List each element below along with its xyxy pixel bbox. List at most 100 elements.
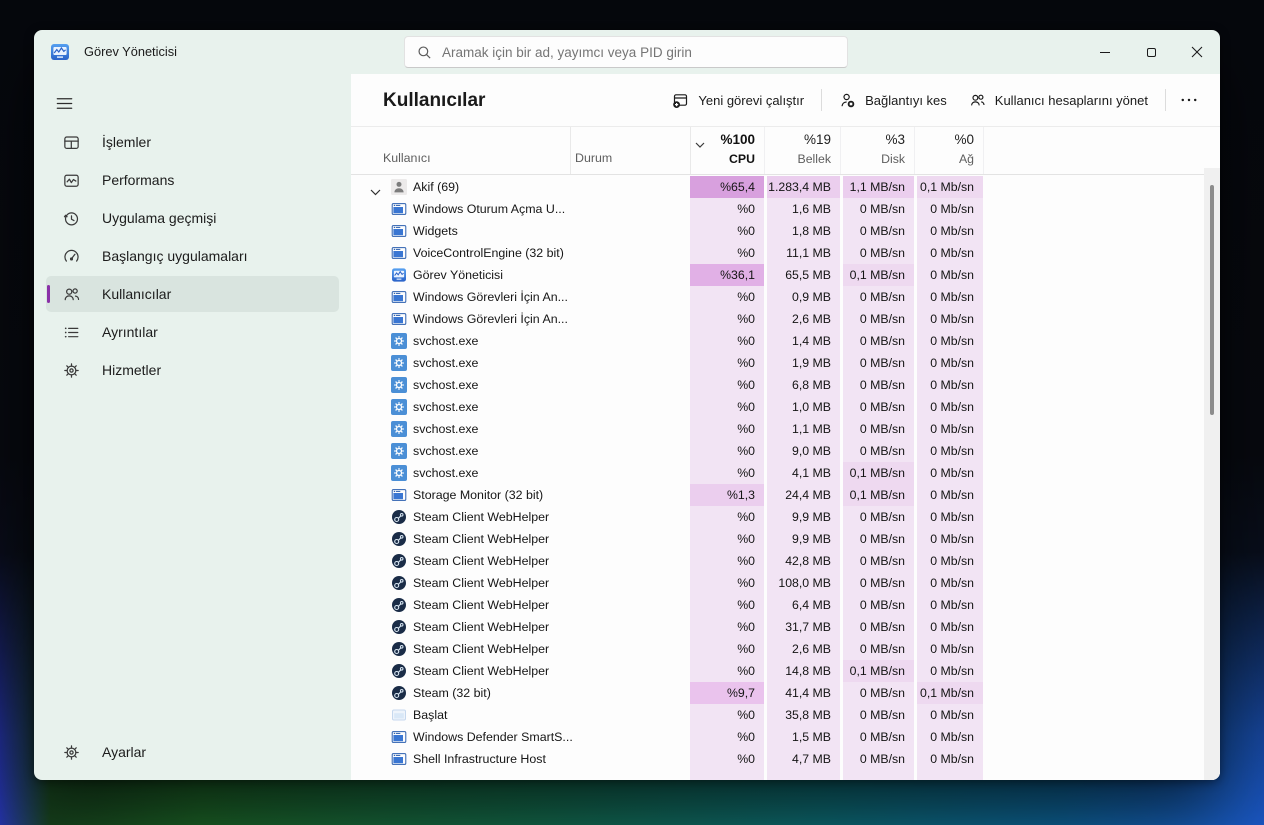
disk-cell: 0 MB/sn (843, 396, 914, 418)
maximize-button[interactable] (1128, 30, 1174, 74)
cpu-cell: %0 (690, 550, 764, 572)
table-row[interactable]: Steam Client WebHelper %0 14,8 MB 0,1 MB… (351, 660, 1220, 682)
toolbar-button-disconnect[interactable]: Bağlantıyı kes (828, 84, 958, 116)
table-row[interactable]: Shell Infrastructure Host %0 4,7 MB 0 MB… (351, 748, 1220, 770)
more-options-icon (1181, 98, 1197, 102)
table-row[interactable]: svchost.exe %0 6,8 MB 0 MB/sn 0 Mb/sn (351, 374, 1220, 396)
network-cell: 0 Mb/sn (917, 660, 983, 682)
memory-cell: 1,8 MB (767, 220, 840, 242)
task-manager-window: Görev Yöneticisi İşlemler Performans (34, 30, 1220, 780)
table-header: Kullanıcı Durum %100 CPU %19 Bellek %3 D… (351, 127, 1204, 175)
steam-icon (391, 663, 407, 679)
table-row[interactable]: svchost.exe %0 4,1 MB 0,1 MB/sn 0 Mb/sn (351, 462, 1220, 484)
table-row[interactable]: Steam Client WebHelper %0 9,9 MB 0 MB/sn… (351, 528, 1220, 550)
table-row[interactable]: Steam (32 bit) %9,7 41,4 MB 0 MB/sn 0,1 … (351, 682, 1220, 704)
cpu-cell: %0 (690, 748, 764, 770)
network-cell: 0 Mb/sn (917, 528, 983, 550)
cpu-cell: %0 (690, 462, 764, 484)
sidebar-nav: İşlemler Performans Uygulama geçmişi Baş… (34, 122, 351, 390)
column-header-cpu[interactable]: %100 CPU (690, 127, 764, 174)
sidebar-item-uygulama-gecmisi[interactable]: Uygulama geçmişi (46, 200, 339, 236)
table-row[interactable]: svchost.exe %0 1,9 MB 0 MB/sn 0 Mb/sn (351, 352, 1220, 374)
vertical-scrollbar[interactable] (1204, 168, 1220, 780)
windows-app-icon (391, 729, 407, 745)
column-header-network[interactable]: %0 Ağ (917, 127, 983, 174)
toolbar-button-manage-accounts[interactable]: Kullanıcı hesaplarını yönet (958, 84, 1159, 116)
cpu-cell: %0 (690, 418, 764, 440)
cpu-cell: %0 (690, 726, 764, 748)
process-name: Steam Client WebHelper (413, 642, 550, 656)
table-row[interactable]: Steam Client WebHelper %0 31,7 MB 0 MB/s… (351, 616, 1220, 638)
process-name: Windows Oturum Açma U... (413, 202, 566, 216)
disk-cell: 0 MB/sn (843, 198, 914, 220)
process-name: Görev Yöneticisi (413, 268, 503, 282)
toolbar-button-new-task[interactable]: Yeni görevi çalıştır (661, 84, 815, 116)
column-header-memory[interactable]: %19 Bellek (767, 127, 840, 174)
table-row[interactable] (351, 770, 1220, 780)
network-cell: 0 Mb/sn (917, 726, 983, 748)
memory-cell: 9,9 MB (767, 506, 840, 528)
column-separator (764, 127, 765, 174)
disk-cell: 0,1 MB/sn (843, 484, 914, 506)
hamburger-menu-button[interactable] (44, 86, 84, 120)
table-row[interactable]: Steam Client WebHelper %0 42,8 MB 0 MB/s… (351, 550, 1220, 572)
table-row[interactable]: Widgets %0 1,8 MB 0 MB/sn 0 Mb/sn (351, 220, 1220, 242)
memory-cell: 11,1 MB (767, 242, 840, 264)
performance-icon (62, 170, 82, 190)
task-manager-logo-icon (50, 42, 70, 62)
column-header-disk[interactable]: %3 Disk (843, 127, 914, 174)
memory-cell: 0,9 MB (767, 286, 840, 308)
network-cell: 0 Mb/sn (917, 418, 983, 440)
table-row[interactable]: Başlat %0 35,8 MB 0 MB/sn 0 Mb/sn (351, 704, 1220, 726)
table-row[interactable]: Steam Client WebHelper %0 2,6 MB 0 MB/sn… (351, 638, 1220, 660)
table-row[interactable]: svchost.exe %0 1,0 MB 0 MB/sn 0 Mb/sn (351, 396, 1220, 418)
process-name: Steam Client WebHelper (413, 620, 550, 634)
window-controls (1082, 30, 1220, 74)
table-row[interactable]: Görev Yöneticisi %36,1 65,5 MB 0,1 MB/sn… (351, 264, 1220, 286)
table-row[interactable]: Windows Görevleri İçin An... %0 2,6 MB 0… (351, 308, 1220, 330)
sidebar-item-baslangic-uygulamalari[interactable]: Başlangıç uygulamaları (46, 238, 339, 274)
table-row[interactable]: VoiceControlEngine (32 bit) %0 11,1 MB 0… (351, 242, 1220, 264)
cpu-cell: %0 (690, 594, 764, 616)
table-row[interactable]: Steam Client WebHelper %0 6,4 MB 0 MB/sn… (351, 594, 1220, 616)
network-cell: 0 Mb/sn (917, 484, 983, 506)
steam-icon (391, 641, 407, 657)
memory-cell: 41,4 MB (767, 682, 840, 704)
column-header-status[interactable]: Durum (575, 151, 612, 165)
search-box[interactable] (404, 36, 848, 68)
more-options-button[interactable] (1172, 84, 1206, 116)
memory-cell: 1,5 MB (767, 726, 840, 748)
table-row[interactable]: Steam Client WebHelper %0 9,9 MB 0 MB/sn… (351, 506, 1220, 528)
network-cell: 0 Mb/sn (917, 286, 983, 308)
cpu-cell: %0 (690, 704, 764, 726)
sidebar-item-hizmetler[interactable]: Hizmetler (46, 352, 339, 388)
process-name: Steam Client WebHelper (413, 598, 550, 612)
sidebar-item-islemler[interactable]: İşlemler (46, 124, 339, 160)
table-row[interactable]: Steam Client WebHelper %0 108,0 MB 0 MB/… (351, 572, 1220, 594)
network-cell: 0 Mb/sn (917, 374, 983, 396)
sidebar-item-ayarlar[interactable]: Ayarlar (46, 734, 339, 770)
sidebar-item-kullanicilar[interactable]: Kullanıcılar (46, 276, 339, 312)
table-row[interactable]: Windows Defender SmartS... %0 1,5 MB 0 M… (351, 726, 1220, 748)
table-row[interactable]: svchost.exe %0 9,0 MB 0 MB/sn 0 Mb/sn (351, 440, 1220, 462)
column-header-user[interactable]: Kullanıcı (383, 151, 431, 165)
table-row[interactable]: Windows Görevleri İçin An... %0 0,9 MB 0… (351, 286, 1220, 308)
cpu-cell: %0 (690, 330, 764, 352)
search-input[interactable] (442, 44, 835, 60)
close-button[interactable] (1174, 30, 1220, 74)
network-cell: 0 Mb/sn (917, 330, 983, 352)
sidebar-item-ayrintilar[interactable]: Ayrıntılar (46, 314, 339, 350)
disk-cell: 0 MB/sn (843, 726, 914, 748)
table-row[interactable]: Storage Monitor (32 bit) %1,3 24,4 MB 0,… (351, 484, 1220, 506)
minimize-button[interactable] (1082, 30, 1128, 74)
table-row[interactable]: Akif (69) %65,4 1.283,4 MB 1,1 MB/sn 0,1… (351, 176, 1220, 198)
steam-icon (391, 685, 407, 701)
sidebar-item-performans[interactable]: Performans (46, 162, 339, 198)
process-name: svchost.exe (413, 356, 479, 370)
table-row[interactable]: svchost.exe %0 1,1 MB 0 MB/sn 0 Mb/sn (351, 418, 1220, 440)
cpu-cell (690, 770, 764, 780)
expand-chevron-icon[interactable] (370, 183, 381, 196)
table-row[interactable]: svchost.exe %0 1,4 MB 0 MB/sn 0 Mb/sn (351, 330, 1220, 352)
scrollbar-thumb[interactable] (1210, 185, 1214, 415)
table-row[interactable]: Windows Oturum Açma U... %0 1,6 MB 0 MB/… (351, 198, 1220, 220)
